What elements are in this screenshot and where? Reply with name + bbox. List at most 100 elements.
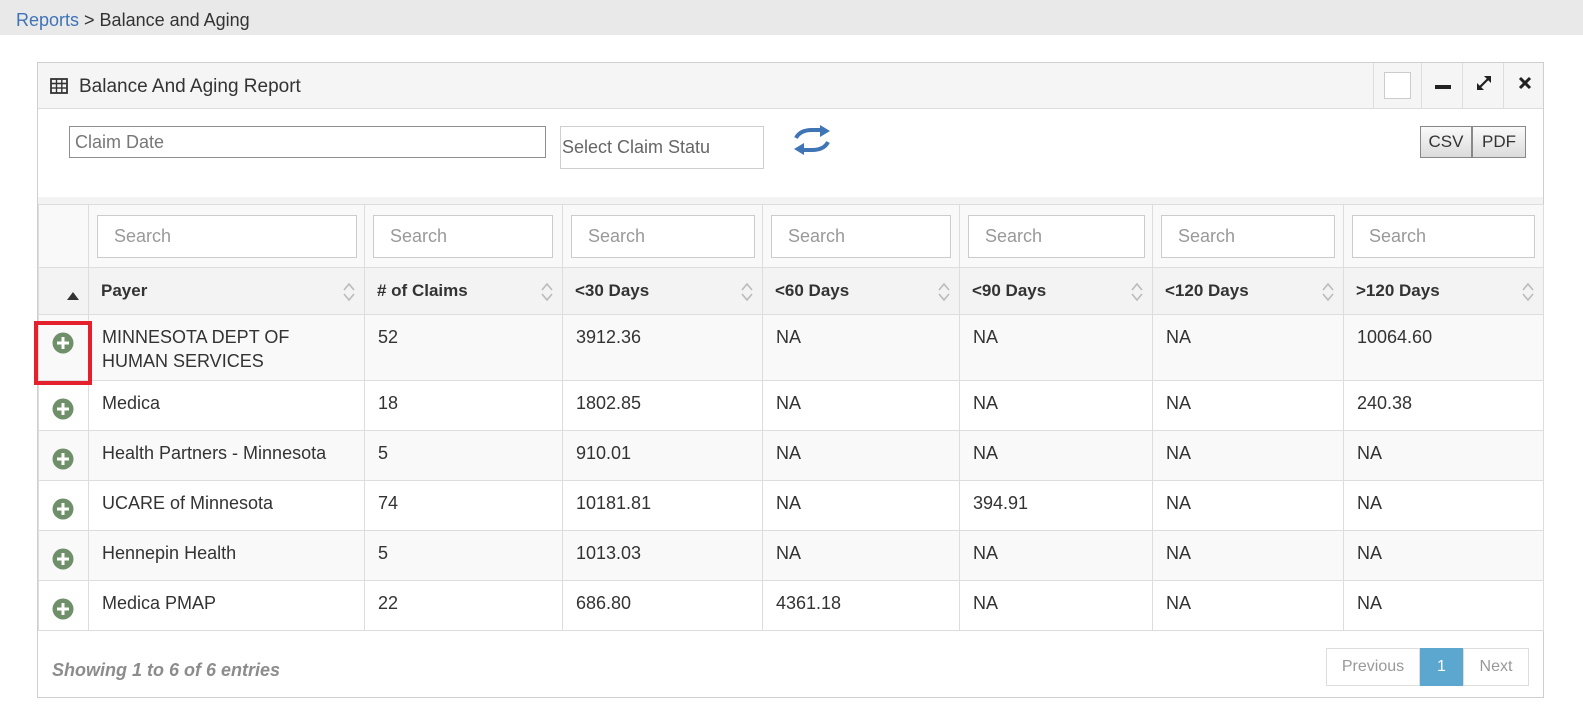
table-row: MINNESOTA DEPT OF HUMAN SERVICES 52 3912… [38, 314, 1544, 381]
column-header-payer[interactable]: Payer [88, 267, 365, 315]
plus-circle-icon[interactable] [52, 398, 74, 425]
table-cell: NA [762, 314, 960, 381]
table-cell: NA [1152, 530, 1344, 581]
column-header-label: <90 Days [972, 281, 1047, 300]
column-header-label: Payer [101, 281, 148, 300]
expand-column-header[interactable] [38, 267, 89, 315]
column-header-30-days[interactable]: <30 Days [562, 267, 763, 315]
table-cell: NA [959, 580, 1153, 631]
table-cell: NA [959, 530, 1153, 581]
header-row: Payer # of Claims <30 Days <60 Days <90 … [38, 267, 1544, 315]
filter-area: Select Claim Statu CSV PDF [38, 109, 1543, 204]
pagination-next[interactable]: Next [1463, 648, 1529, 686]
row-expand-cell[interactable] [38, 480, 89, 531]
row-expand-cell[interactable] [38, 314, 89, 381]
table-cell: 686.80 [562, 580, 763, 631]
sort-icon [1130, 281, 1144, 308]
sort-asc-icon [67, 285, 79, 305]
search-cell-blank [38, 204, 89, 268]
table-cell: NA [1343, 530, 1544, 581]
table-cell: NA [1152, 380, 1344, 431]
table-cell: 1802.85 [562, 380, 763, 431]
pagination-page-1[interactable]: 1 [1420, 648, 1463, 686]
table-cell: NA [1152, 580, 1344, 631]
breadcrumb-separator: > [84, 10, 95, 30]
table-cell: NA [1343, 580, 1544, 631]
column-header-90-days[interactable]: <90 Days [959, 267, 1153, 315]
widget-checkbox-button[interactable] [1373, 63, 1421, 108]
table-cell: 18 [364, 380, 563, 431]
table-cell: MINNESOTA DEPT OF HUMAN SERVICES [88, 314, 365, 381]
table-row: Medica PMAP 22 686.80 4361.18 NA NA NA [38, 580, 1544, 631]
search-input-over-120-days[interactable] [1352, 214, 1535, 258]
row-expand-cell[interactable] [38, 530, 89, 581]
search-input-120-days[interactable] [1161, 214, 1335, 258]
table-cell: NA [762, 530, 960, 581]
row-expand-cell[interactable] [38, 380, 89, 431]
plus-circle-icon[interactable] [52, 332, 74, 359]
plus-circle-icon[interactable] [52, 498, 74, 525]
table-cell: 10064.60 [1343, 314, 1544, 381]
table-icon [50, 78, 68, 99]
pdf-button[interactable]: PDF [1472, 126, 1526, 158]
table-cell: Medica PMAP [88, 580, 365, 631]
row-expand-cell[interactable] [38, 430, 89, 481]
table-cell: 910.01 [562, 430, 763, 481]
refresh-icon[interactable] [792, 125, 832, 160]
search-cell [1152, 204, 1344, 268]
table-cell: NA [1152, 430, 1344, 481]
table-cell: Health Partners - Minnesota [88, 430, 365, 481]
sort-icon [1321, 281, 1335, 308]
sort-icon [540, 281, 554, 308]
balance-aging-widget: Balance And Aging Report Claim Date Sele… [37, 62, 1544, 698]
table-cell: NA [959, 430, 1153, 481]
plus-circle-icon[interactable] [52, 448, 74, 475]
csv-button[interactable]: CSV [1420, 126, 1472, 158]
claim-status-select[interactable]: Select Claim Statu [560, 126, 764, 169]
pagination-previous[interactable]: Previous [1326, 648, 1420, 686]
search-input-claims[interactable] [373, 214, 553, 258]
table-cell: 3912.36 [562, 314, 763, 381]
table-cell: NA [959, 380, 1153, 431]
minimize-button[interactable] [1421, 63, 1463, 108]
table-cell: 394.91 [959, 480, 1153, 531]
expand-icon [1475, 74, 1493, 97]
search-cell [1343, 204, 1544, 268]
breadcrumb-reports-link[interactable]: Reports [16, 10, 79, 30]
table-info: Showing 1 to 6 of 6 entries [52, 660, 281, 680]
column-header-60-days[interactable]: <60 Days [762, 267, 960, 315]
search-input-payer[interactable] [97, 214, 357, 258]
table-cell: 4361.18 [762, 580, 960, 631]
sort-icon [342, 281, 356, 308]
search-input-60-days[interactable] [771, 214, 951, 258]
search-cell [562, 204, 763, 268]
search-input-30-days[interactable] [571, 214, 755, 258]
column-header-claims[interactable]: # of Claims [364, 267, 563, 315]
search-row [38, 204, 1544, 268]
close-button[interactable] [1503, 63, 1545, 108]
widget-title: Balance And Aging Report [79, 76, 301, 97]
claim-date-input[interactable] [69, 126, 546, 158]
pagination: Previous 1 Next [1326, 648, 1529, 686]
search-cell [959, 204, 1153, 268]
column-header-label: >120 Days [1356, 281, 1440, 300]
table-row: Hennepin Health 5 1013.03 NA NA NA NA [38, 530, 1544, 581]
table-top-strip [38, 197, 1543, 204]
breadcrumb: Reports > Balance and Aging [16, 10, 250, 31]
plus-circle-icon[interactable] [52, 598, 74, 625]
column-header-over-120-days[interactable]: >120 Days [1343, 267, 1544, 315]
column-header-120-days[interactable]: <120 Days [1152, 267, 1344, 315]
sort-icon [1521, 281, 1535, 308]
table-cell: NA [762, 430, 960, 481]
plus-circle-icon[interactable] [52, 548, 74, 575]
search-input-90-days[interactable] [968, 214, 1145, 258]
table-cell: 22 [364, 580, 563, 631]
search-cell [762, 204, 960, 268]
table-wrapper: Payer # of Claims <30 Days <60 Days <90 … [38, 197, 1544, 631]
checkbox-square[interactable] [1384, 72, 1411, 99]
expand-button[interactable] [1462, 63, 1504, 108]
table-cell: NA [1152, 480, 1344, 531]
table-cell: NA [762, 380, 960, 431]
row-expand-cell[interactable] [38, 580, 89, 631]
table-cell: 10181.81 [562, 480, 763, 531]
